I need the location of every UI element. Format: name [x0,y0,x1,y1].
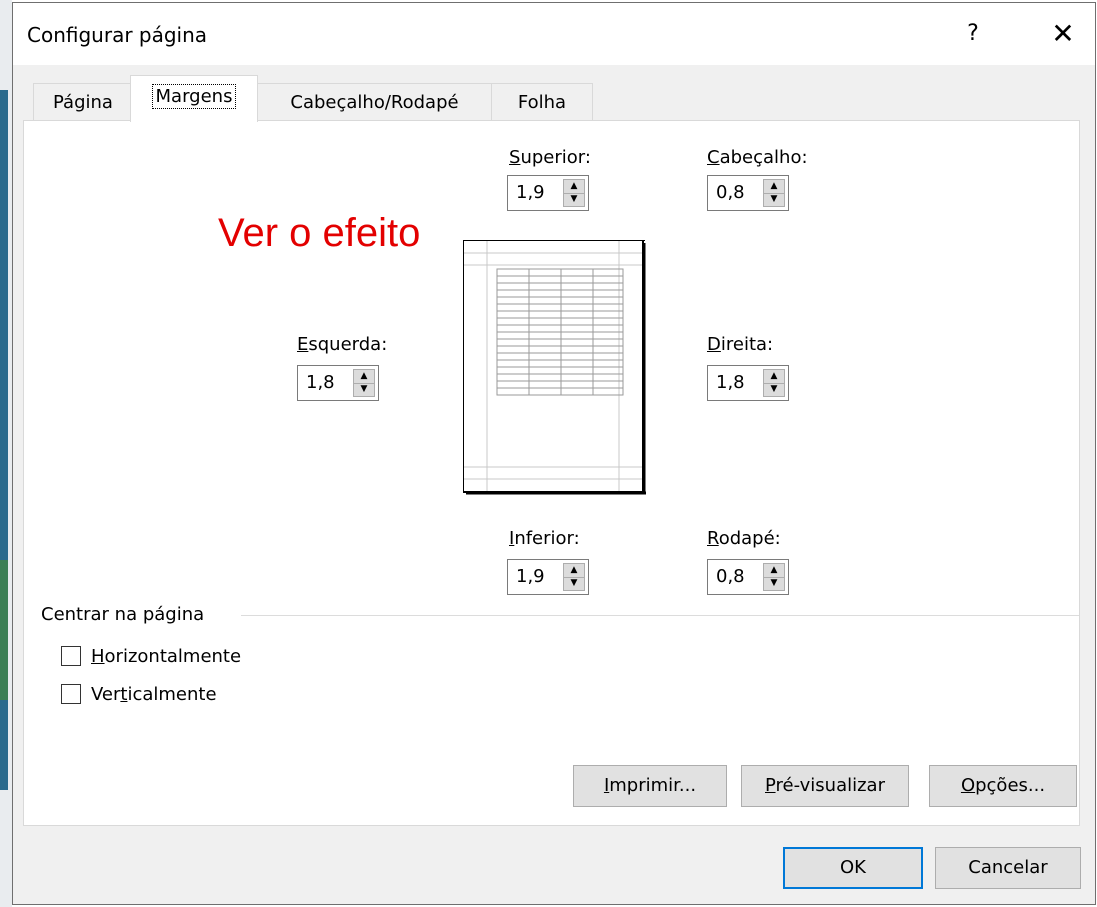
arrow-down-icon[interactable]: ▼ [354,383,374,396]
cancel-button[interactable]: Cancelar [935,847,1081,889]
header-margin-label: Cabeçalho: [707,147,808,168]
arrow-up-icon[interactable]: ▲ [764,180,784,194]
header-margin-spinner[interactable]: 0,8 ▲ ▼ [707,175,789,211]
arrow-down-icon[interactable]: ▼ [564,193,584,206]
bottom-margin-label-text: nferior: [514,528,580,549]
arrow-down-icon[interactable]: ▼ [764,383,784,396]
arrow-up-icon[interactable]: ▲ [764,370,784,384]
right-margin-spinner[interactable]: 1,8 ▲ ▼ [707,365,789,401]
arrow-up-icon[interactable]: ▲ [354,370,374,384]
footer-margin-label: Rodapé: [707,528,781,549]
footer-margin-spinner[interactable]: 0,8 ▲ ▼ [707,559,789,595]
title-bar: Configurar página ? ✕ [13,3,1095,65]
header-margin-label-accesskey: C [707,147,720,168]
bottom-margin-spinner[interactable]: 1,9 ▲ ▼ [507,559,589,595]
bottom-margin-label: Inferior: [509,528,580,549]
page-setup-dialog: Configurar página ? ✕ Página Margens Cab… [12,2,1096,905]
horizontal-label-accesskey: H [91,646,105,667]
preview-button-accesskey: P [765,775,776,796]
print-button[interactable]: Imprimir... [573,765,727,807]
options-button-accesskey: O [960,775,976,796]
print-button-text: mprimir... [609,775,697,796]
top-margin-label-accesskey: S [509,147,521,168]
right-margin-value: 1,8 [716,372,745,393]
help-button[interactable]: ? [958,17,988,51]
vertical-label[interactable]: Verticalmente [91,684,217,705]
left-margin-spinner[interactable]: 1,8 ▲ ▼ [297,365,379,401]
vertical-checkbox[interactable] [61,684,81,704]
tab-pagina[interactable]: Página [33,83,133,121]
top-margin-value: 1,9 [516,182,545,203]
group-divider [241,615,1079,616]
footer-margin-label-accesskey: R [707,528,719,549]
tab-folha[interactable]: Folha [491,83,593,121]
dialog-title: Configurar página [27,23,208,47]
background-app-edge [0,0,12,907]
background-strip-green [0,560,8,700]
options-button-text: pções... [975,775,1046,796]
header-margin-value: 0,8 [716,182,745,203]
top-margin-spinner[interactable]: 1,9 ▲ ▼ [507,175,589,211]
page-preview [463,240,646,495]
left-margin-stepper[interactable]: ▲ ▼ [353,369,375,397]
horizontal-label[interactable]: Horizontalmente [91,646,241,667]
arrow-down-icon[interactable]: ▼ [764,193,784,206]
top-margin-label-text: uperior: [520,147,591,168]
tab-margens[interactable]: Margens [130,75,258,122]
header-margin-stepper[interactable]: ▲ ▼ [763,179,785,207]
arrow-down-icon[interactable]: ▼ [764,577,784,590]
arrow-up-icon[interactable]: ▲ [764,564,784,578]
preview-button-text: ré-visualizar [775,775,885,796]
arrow-up-icon[interactable]: ▲ [564,564,584,578]
vertical-label-prefix: Ver [91,684,121,705]
top-margin-label: Superior: [509,147,591,168]
tab-cabecalho-rodape[interactable]: Cabeçalho/Rodapé [257,83,492,121]
arrow-down-icon[interactable]: ▼ [564,577,584,590]
right-margin-label-accesskey: D [707,334,721,355]
tab-margens-label: Margens [151,84,237,109]
left-margin-label-text: squerda: [308,334,388,355]
footer-margin-stepper[interactable]: ▲ ▼ [763,563,785,591]
ok-button[interactable]: OK [783,847,923,889]
footer-margin-label-text: odapé: [718,528,781,549]
left-margin-value: 1,8 [306,372,335,393]
right-margin-label-text: ireita: [720,334,774,355]
horizontal-checkbox[interactable] [61,646,81,666]
preview-button[interactable]: Pré-visualizar [741,765,909,807]
horizontal-label-text: orizontalmente [104,646,242,667]
right-margin-stepper[interactable]: ▲ ▼ [763,369,785,397]
center-group-title: Centrar na página [41,604,211,625]
options-button[interactable]: Opções... [929,765,1077,807]
arrow-up-icon[interactable]: ▲ [564,180,584,194]
preview-page [463,240,644,493]
vertical-label-text: icalmente [127,684,217,705]
bottom-margin-stepper[interactable]: ▲ ▼ [563,563,585,591]
left-margin-label: Esquerda: [297,334,387,355]
left-margin-label-accesskey: E [297,334,309,355]
top-margin-stepper[interactable]: ▲ ▼ [563,179,585,207]
right-margin-label: Direita: [707,334,773,355]
annotation-text: Ver o efeito [218,211,421,255]
footer-margin-value: 0,8 [716,566,745,587]
close-button[interactable]: ✕ [1043,17,1083,51]
header-margin-label-text: abeçalho: [719,147,808,168]
bottom-margin-value: 1,9 [516,566,545,587]
